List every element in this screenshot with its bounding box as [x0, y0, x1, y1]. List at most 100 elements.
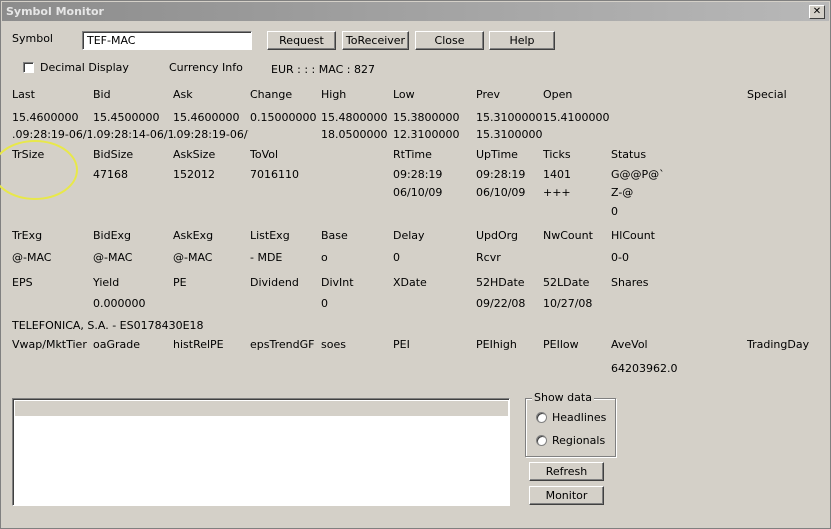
grid-cell: RtTime — [393, 148, 432, 161]
grid-cell: oaGrade — [93, 338, 141, 351]
grid-cell: 09:28:19 — [476, 168, 526, 181]
grid-cell: Open — [543, 88, 573, 101]
request-button[interactable]: Request — [267, 31, 336, 50]
to-receiver-button[interactable]: ToReceiver — [342, 31, 409, 50]
close-button[interactable]: Close — [415, 31, 484, 50]
grid-cell: +++ — [543, 186, 571, 199]
grid-cell: Delay — [393, 229, 425, 242]
grid-cell: 15.3800000 — [393, 111, 460, 124]
grid-cell: 0.15000000 — [250, 111, 317, 124]
grid-cell: Shares — [611, 276, 649, 289]
close-icon[interactable]: ✕ — [809, 5, 825, 19]
grid-cell: 06/10/09 — [476, 186, 526, 199]
window-title: Symbol Monitor — [6, 5, 104, 18]
grid-cell: .09:28:19-06/10 — [12, 128, 92, 141]
grid-cell: Base — [321, 229, 348, 242]
grid-cell: Prev — [476, 88, 500, 101]
symbol-input[interactable]: TEF-MAC — [82, 31, 252, 50]
grid-cell: Last — [12, 88, 35, 101]
grid-cell: DivInt — [321, 276, 354, 289]
grid-cell: UpdOrg — [476, 229, 518, 242]
grid-cell: 15.3100000 — [476, 128, 542, 141]
grid-cell: G@@P@` — [611, 168, 665, 181]
decimal-display-checkbox[interactable] — [23, 62, 34, 73]
grid-cell: HlCount — [611, 229, 655, 242]
grid-cell: histRelPE — [173, 338, 224, 351]
grid-cell: @-MAC — [173, 251, 213, 264]
grid-cell: XDate — [393, 276, 427, 289]
grid-cell: AskSize — [173, 148, 216, 161]
headlines-label: Headlines — [552, 411, 607, 424]
grid-cell: Low — [393, 88, 415, 101]
grid-cell: Yield — [93, 276, 120, 289]
grid-cell: Status — [611, 148, 647, 161]
grid-cell: 10/27/08 — [543, 297, 593, 310]
title-bar[interactable]: Symbol Monitor ✕ — [2, 2, 829, 21]
grid-cell: 0 — [611, 205, 618, 218]
grid-cell: 09/22/08 — [476, 297, 526, 310]
grid-cell: 1401 — [543, 168, 571, 181]
grid-cell: 15.4800000 — [321, 111, 388, 124]
message-list-header — [15, 401, 508, 416]
grid-cell: 47168 — [93, 168, 128, 181]
grid-cell: 15.4100000 — [543, 111, 609, 124]
grid-cell: Ask — [173, 88, 193, 101]
symbol-monitor-window: Symbol Monitor ✕ Symbol TEF-MAC Request … — [0, 0, 831, 529]
grid-cell: 15.4600000 — [12, 111, 79, 124]
grid-cell: 15.3100000 — [476, 111, 542, 124]
grid-cell: 0 — [393, 251, 400, 264]
grid-cell: Vwap/MktTier — [12, 338, 87, 351]
grid-cell: AveVol — [611, 338, 648, 351]
grid-cell: TELEFONICA, S.A. - ES0178430E18 — [12, 319, 204, 332]
grid-cell: Ticks — [543, 148, 571, 161]
grid-cell: UpTime — [476, 148, 518, 161]
grid-cell: Z-@ — [611, 186, 634, 199]
grid-cell: PEI — [393, 338, 410, 351]
monitor-button[interactable]: Monitor — [529, 486, 604, 505]
grid-cell: 15.4500000 — [93, 111, 160, 124]
grid-cell: 0-0 — [611, 251, 629, 264]
grid-cell: NwCount — [543, 229, 593, 242]
grid-cell: o — [321, 251, 328, 264]
regionals-radio[interactable] — [536, 435, 547, 446]
grid-cell: 12.3100000 — [393, 128, 460, 141]
grid-cell: 7016110 — [250, 168, 299, 181]
grid-cell: ToVol — [250, 148, 279, 161]
grid-cell: .09:28:14-06/10 — [93, 128, 173, 141]
help-button[interactable]: Help — [489, 31, 555, 50]
grid-cell: EPS — [12, 276, 33, 289]
show-data-label: Show data — [532, 391, 594, 404]
grid-cell: soes — [321, 338, 346, 351]
highlight-ellipse — [0, 140, 78, 200]
regionals-label: Regionals — [552, 434, 606, 447]
currency-info-value: EUR : : : MAC : 827 — [271, 63, 375, 76]
grid-cell: 52HDate — [476, 276, 525, 289]
grid-cell: 0.000000 — [93, 297, 146, 310]
grid-cell: High — [321, 88, 347, 101]
grid-cell: AskExg — [173, 229, 214, 242]
grid-cell: ListExg — [250, 229, 290, 242]
show-data-group — [525, 398, 616, 457]
grid-cell: @-MAC — [93, 251, 133, 264]
grid-cell: BidSize — [93, 148, 134, 161]
grid-cell: .09:28:19-06/10 — [173, 128, 249, 141]
grid-cell: 0 — [321, 297, 328, 310]
grid-cell: - MDE — [250, 251, 283, 264]
grid-cell: PEIlow — [543, 338, 579, 351]
grid-cell: @-MAC — [12, 251, 52, 264]
refresh-button[interactable]: Refresh — [529, 462, 604, 481]
grid-cell: Rcvr — [476, 251, 501, 264]
grid-cell: 52LDate — [543, 276, 590, 289]
message-list[interactable] — [12, 398, 510, 506]
grid-cell: Bid — [93, 88, 111, 101]
grid-cell: 15.4600000 — [173, 111, 240, 124]
decimal-display-label: Decimal Display — [40, 61, 129, 74]
headlines-radio[interactable] — [536, 412, 547, 423]
symbol-label: Symbol — [12, 32, 53, 45]
grid-cell: Special — [747, 88, 787, 101]
currency-info-label: Currency Info — [169, 61, 243, 74]
grid-cell: 06/10/09 — [393, 186, 443, 199]
grid-cell: Change — [250, 88, 293, 101]
grid-cell: 64203962.049 — [611, 362, 677, 375]
grid-cell: PEIhigh — [476, 338, 517, 351]
